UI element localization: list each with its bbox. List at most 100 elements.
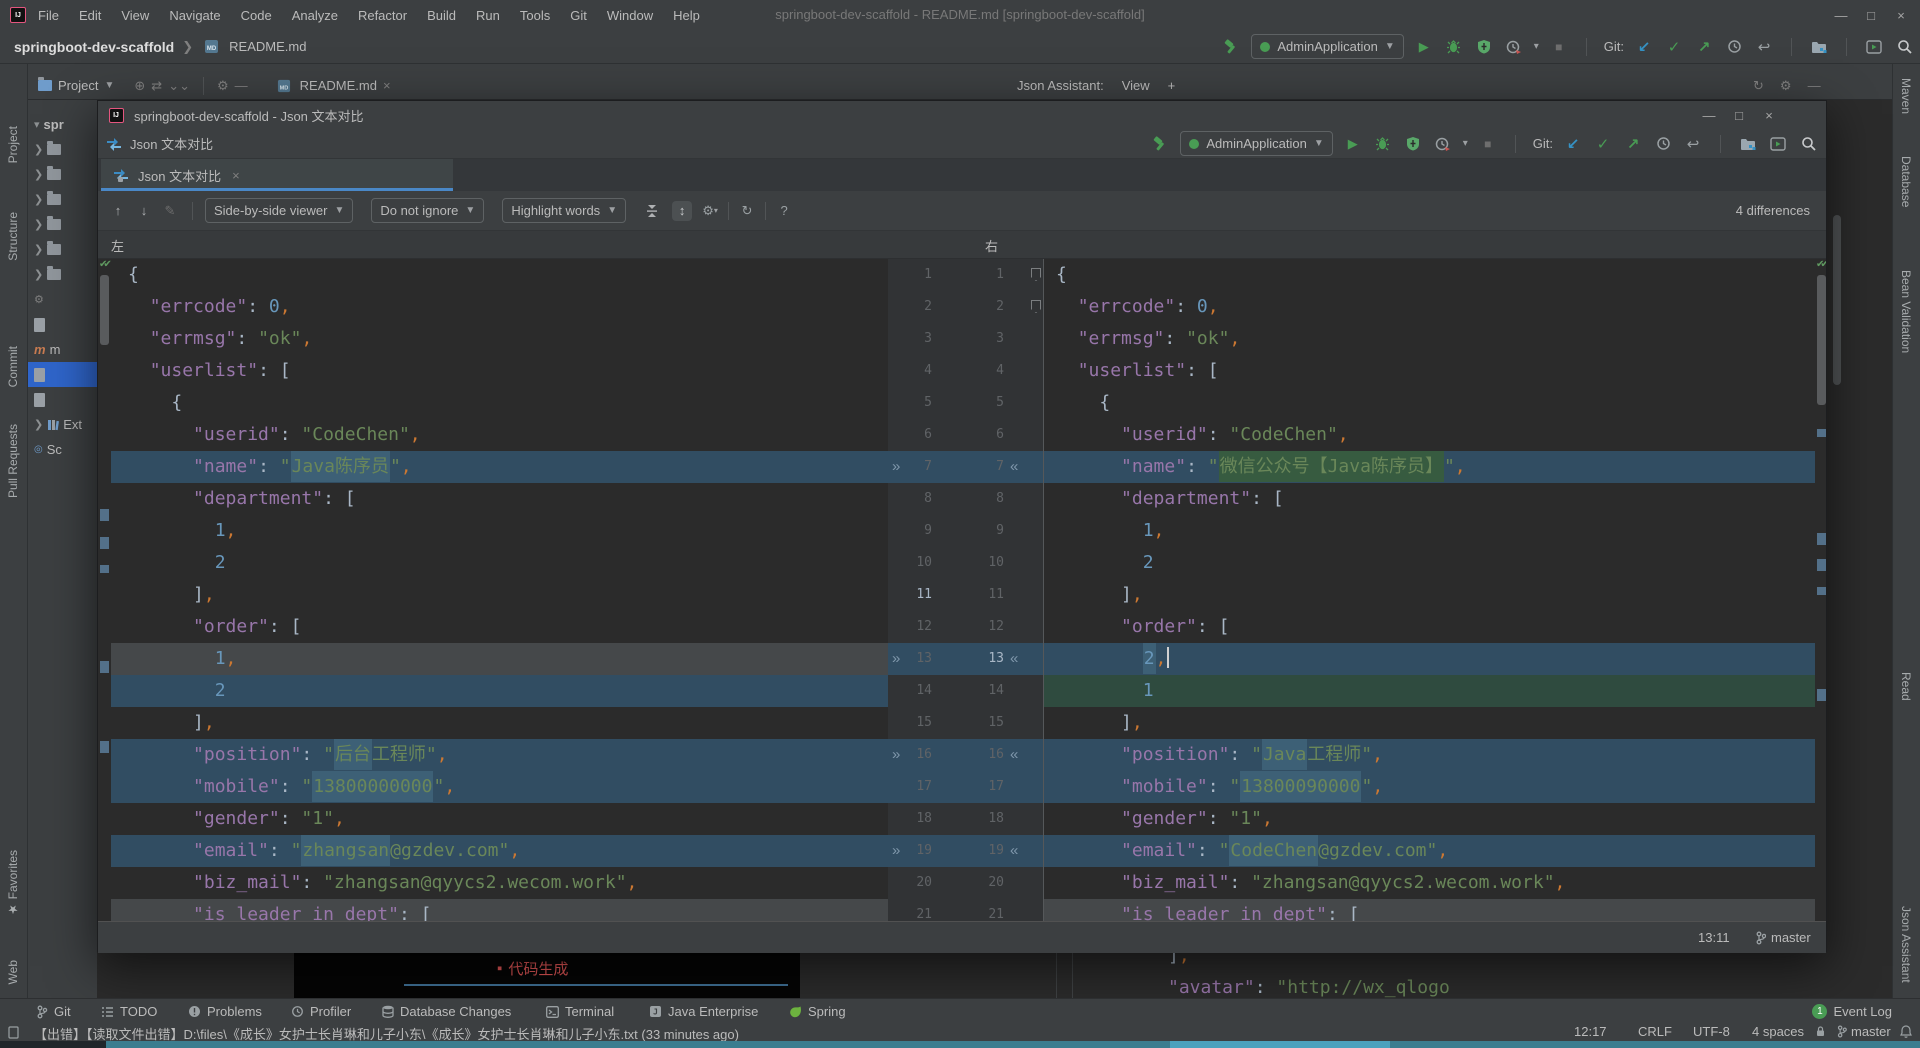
git-update-button[interactable]: ↙ <box>1634 37 1654 57</box>
code-line-5[interactable]: { <box>1044 387 1815 419</box>
close-button[interactable]: × <box>1886 0 1916 30</box>
collapse-unchanged-icon[interactable] <box>642 201 662 221</box>
code-line-7[interactable]: "name": "Java陈序员", <box>111 451 888 483</box>
diff-stripe-mark[interactable] <box>1817 559 1826 571</box>
dialog-caret-position[interactable]: 13:11 <box>1698 930 1730 945</box>
code-line-11[interactable]: ], <box>1044 579 1815 611</box>
code-line-15[interactable]: ], <box>111 707 888 739</box>
tree-row[interactable] <box>28 362 97 387</box>
menu-refactor[interactable]: Refactor <box>348 0 417 30</box>
tree-row[interactable]: ❯ <box>28 237 97 262</box>
search-everywhere-button[interactable] <box>1798 134 1818 154</box>
panel-hide-icon[interactable]: — <box>235 78 248 93</box>
git-history-button[interactable] <box>1724 37 1744 57</box>
coverage-button[interactable] <box>1403 134 1423 154</box>
git-history-button[interactable] <box>1653 134 1673 154</box>
left-strip-project[interactable]: Project <box>6 126 20 163</box>
code-line-7[interactable]: "name": "微信公众号【Java陈序员】", <box>1044 451 1815 483</box>
breadcrumb-file[interactable]: README.md <box>229 39 306 54</box>
run-button[interactable]: ▶ <box>1343 134 1363 154</box>
left-strip-web[interactable]: Web <box>6 960 20 984</box>
panel-settings-icon[interactable]: ⚙ <box>217 78 229 94</box>
gear-icon[interactable]: ⚙ <box>1780 78 1792 94</box>
code-line-17[interactable]: "mobile": "13800000000", <box>111 771 888 803</box>
maximize-button[interactable]: □ <box>1856 0 1886 30</box>
project-panel-title[interactable]: Project <box>58 78 98 93</box>
tree-row[interactable] <box>28 387 97 412</box>
run-configuration-select[interactable]: AdminApplication▼ <box>1180 131 1332 156</box>
code-line-12[interactable]: "order": [ <box>1044 611 1815 643</box>
toolwindow-database-changes[interactable]: Database Changes <box>380 999 511 1024</box>
code-line-13[interactable]: 2, <box>1044 643 1815 675</box>
tree-row[interactable]: ◎Sc <box>28 437 97 462</box>
git-update-button[interactable]: ↙ <box>1563 134 1583 154</box>
notifications-bell-icon[interactable] <box>1898 1023 1914 1039</box>
stop-button[interactable]: ■ <box>1478 134 1498 154</box>
dialog-nav-label[interactable]: Json 文本对比 <box>130 134 213 153</box>
left-scrollbar-thumb[interactable] <box>100 275 109 345</box>
code-line-4[interactable]: "userlist": [ <box>111 355 888 387</box>
tree-row[interactable]: ❯Ext <box>28 412 97 437</box>
dialog-minimize-button[interactable]: — <box>1694 101 1724 129</box>
diff-stripe-mark[interactable] <box>1817 533 1826 545</box>
run-button[interactable]: ▶ <box>1414 37 1434 57</box>
indent-widget[interactable]: 4 spaces <box>1752 1024 1804 1039</box>
code-line-18[interactable]: "gender": "1", <box>111 803 888 835</box>
code-line-4[interactable]: "userlist": [ <box>1044 355 1815 387</box>
right-strip-maven[interactable]: Maven <box>1899 78 1913 114</box>
menu-code[interactable]: Code <box>231 0 282 30</box>
toolwindow-terminal[interactable]: Terminal <box>545 999 614 1024</box>
tree-row[interactable]: ❯ <box>28 187 97 212</box>
dialog-close-button[interactable]: × <box>1754 101 1784 129</box>
right-scrollbar-thumb[interactable] <box>1817 275 1826 405</box>
left-strip-favorites[interactable]: ★ Favorites <box>6 850 20 917</box>
code-line-5[interactable]: { <box>111 387 888 419</box>
code-line-19[interactable]: "email": "CodeChen@gzdev.com", <box>1044 835 1815 867</box>
diff-stripe-mark[interactable] <box>100 741 109 753</box>
toolwindow-todo[interactable]: TODO <box>100 999 157 1024</box>
code-line-13[interactable]: 1, <box>111 643 888 675</box>
toolwindow-git[interactable]: Git <box>34 999 71 1024</box>
code-line-6[interactable]: "userid": "CodeChen", <box>1044 419 1815 451</box>
apply-left-icon[interactable]: « <box>1010 643 1018 675</box>
caret-position-widget[interactable]: 12:17 <box>1574 1024 1607 1039</box>
left-strip-commit[interactable]: Commit <box>6 346 20 387</box>
build-hammer-icon[interactable] <box>1150 134 1170 154</box>
minimize-button[interactable]: — <box>1826 0 1856 30</box>
local-changes-button[interactable] <box>1809 37 1829 57</box>
reader-mode-icon[interactable] <box>6 1025 20 1039</box>
git-rollback-button[interactable]: ↩ <box>1754 37 1774 57</box>
code-line-10[interactable]: 2 <box>1044 547 1815 579</box>
apply-left-icon[interactable]: « <box>1010 739 1018 771</box>
git-commit-button[interactable]: ✓ <box>1664 37 1684 57</box>
event-log-widget[interactable]: 1 Event Log <box>1812 999 1892 1024</box>
toolwindow-problems[interactable]: Problems <box>187 999 262 1024</box>
left-strip-pull-requests[interactable]: Pull Requests <box>6 424 20 498</box>
apply-left-icon[interactable]: « <box>1010 451 1018 483</box>
menu-window[interactable]: Window <box>597 0 663 30</box>
diff-stripe-mark[interactable] <box>1817 689 1826 701</box>
left-strip-structure[interactable]: Structure <box>6 212 20 261</box>
json-assistant-add-button[interactable]: + <box>1168 78 1176 93</box>
branch-widget[interactable]: master <box>1836 1024 1891 1039</box>
profiler-dropdown-icon[interactable]: ▾ <box>1534 41 1539 52</box>
profiler-dropdown-icon[interactable]: ▾ <box>1463 138 1468 149</box>
tree-row[interactable]: mm <box>28 337 97 362</box>
left-error-stripe[interactable]: ✔✔ <box>98 259 111 921</box>
collapse-all-icon[interactable]: ⌄⌄ <box>168 78 190 94</box>
run-configuration-select[interactable]: AdminApplication▼ <box>1251 34 1403 59</box>
synchronize-scrolling-icon[interactable]: ↕ <box>672 201 692 221</box>
diff-stripe-mark[interactable] <box>100 661 109 673</box>
code-line-3[interactable]: "errmsg": "ok", <box>1044 323 1815 355</box>
right-strip-json-assistant[interactable]: Json Assistant <box>1899 906 1913 983</box>
git-commit-button[interactable]: ✓ <box>1593 134 1613 154</box>
code-line-19[interactable]: "email": "zhangsan@gzdev.com", <box>111 835 888 867</box>
right-error-stripe[interactable]: ✔✔ <box>1815 259 1826 921</box>
code-line-1[interactable]: { <box>111 259 888 291</box>
editor-tab-readme[interactable]: README.md <box>300 78 377 93</box>
code-line-20[interactable]: "biz_mail": "zhangsan@qyycs2.wecom.work"… <box>1044 867 1815 899</box>
viewer-select[interactable]: Side-by-side viewer▼ <box>205 198 353 223</box>
diff-stripe-mark[interactable] <box>100 509 109 521</box>
highlight-policy-select[interactable]: Highlight words▼ <box>502 198 626 223</box>
menu-tools[interactable]: Tools <box>510 0 560 30</box>
